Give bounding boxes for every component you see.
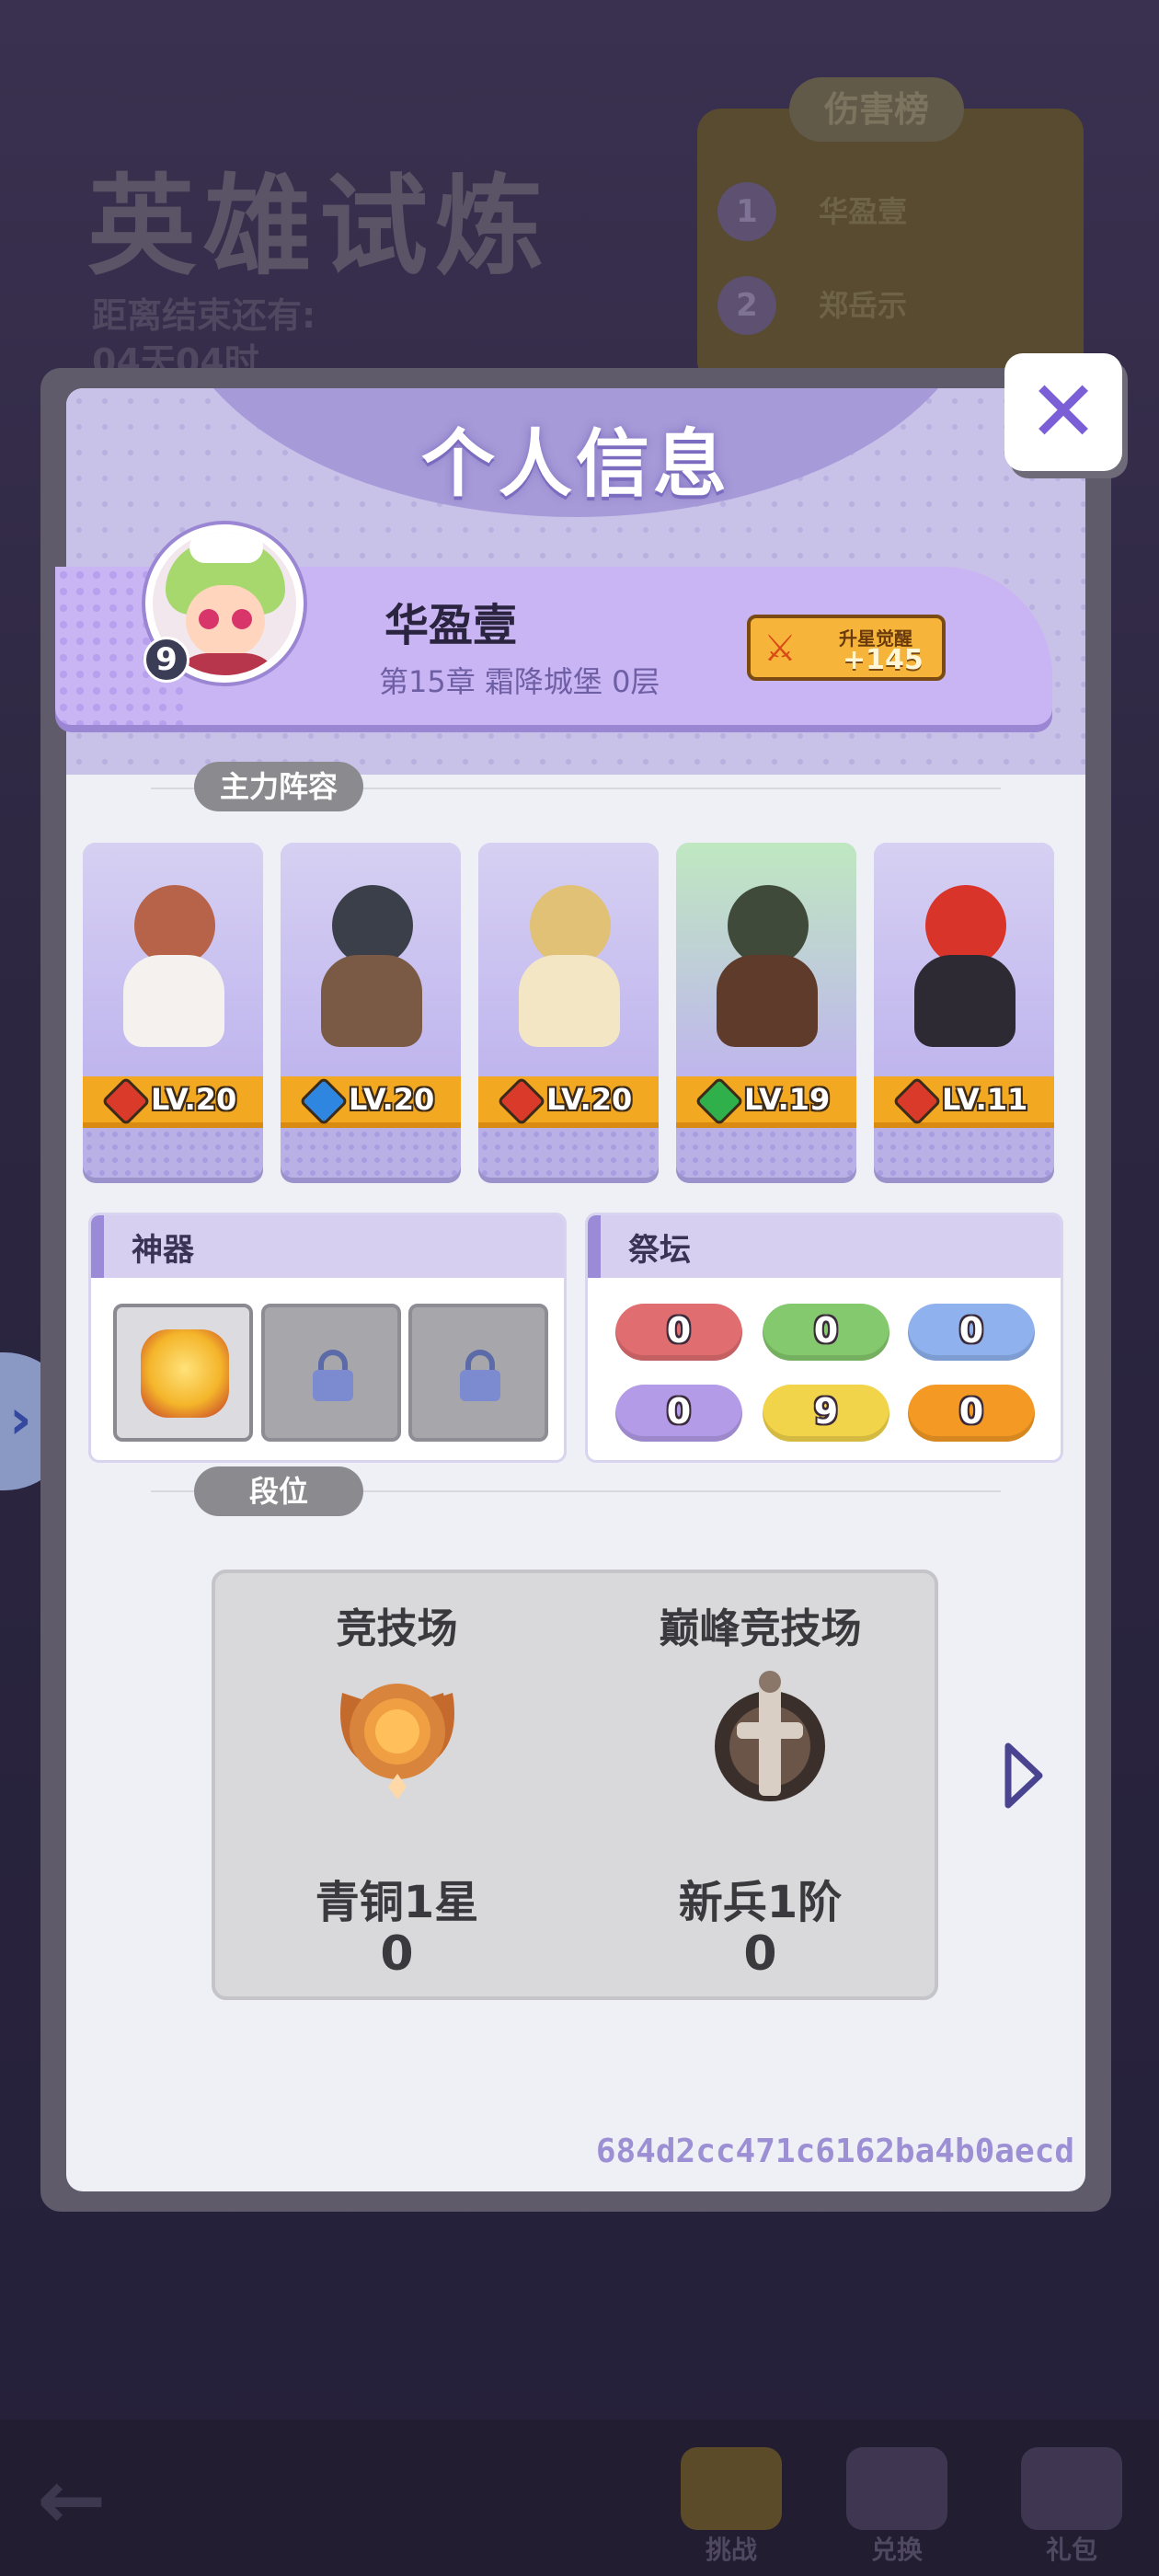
back-arrow-icon[interactable]: ← — [37, 2452, 106, 2548]
peak-arena-score: 0 — [743, 1926, 777, 1982]
nav-label: 挑战 — [705, 2535, 757, 2565]
close-button[interactable]: ✕ — [1004, 353, 1122, 471]
event-title: 英雄试炼 — [87, 163, 552, 290]
artifact-title: 神器 — [132, 1232, 194, 1269]
altar-value: 0 — [908, 1304, 1035, 1361]
rank-medal-icon: 1 — [717, 182, 776, 241]
close-icon: ✕ — [1027, 362, 1099, 461]
fire-gem-icon — [892, 1076, 942, 1126]
artifact-slot-locked[interactable] — [408, 1304, 548, 1442]
sword-icon: ⚔ — [763, 627, 797, 670]
hero-portrait — [925, 885, 1006, 966]
hero-portrait — [332, 885, 413, 966]
arena-title: 竞技场 — [336, 1605, 458, 1652]
hero-level: LV.19 — [744, 1082, 831, 1117]
swords-icon — [681, 2447, 782, 2530]
countdown-label: 距离结束还有: — [92, 295, 316, 336]
bronze-rank-icon — [340, 1684, 454, 1800]
lock-icon — [313, 1350, 353, 1401]
hero-level: LV.20 — [546, 1082, 633, 1117]
peak-arena-title: 巅峰竞技场 — [659, 1605, 862, 1652]
water-gem-icon — [299, 1076, 349, 1126]
artifact-icon — [141, 1329, 229, 1418]
rank-player-name: 华盈壹 — [819, 194, 908, 229]
rank-row: 1 华盈壹 — [717, 175, 1067, 248]
hero-level: LV.20 — [349, 1082, 435, 1117]
hero-card[interactable]: LV.20 — [83, 843, 263, 1178]
rank-player-name: 郑岳示 — [819, 288, 908, 323]
hero-card[interactable]: LV.11 — [874, 843, 1054, 1178]
rank-row: 2 郑岳示 — [717, 269, 1067, 342]
arena-rank: 竞技场 青铜1星 0 — [215, 1573, 579, 1996]
altar-value: 0 — [763, 1304, 889, 1361]
fire-gem-icon — [101, 1076, 151, 1126]
damage-rank-title: 伤害榜 — [789, 77, 964, 142]
nav-exchange[interactable]: 兑换 — [828, 2447, 966, 2567]
arena-score: 0 — [380, 1926, 414, 1982]
peak-arena-tier: 新兵1阶 — [678, 1877, 843, 1928]
hero-level: LV.11 — [942, 1082, 1028, 1117]
ranks-title: 段位 — [194, 1466, 363, 1516]
awaken-value: +145 — [843, 644, 924, 676]
arena-tier: 青铜1星 — [315, 1877, 479, 1928]
rank-medal-icon: 2 — [717, 276, 776, 335]
next-arrow-icon[interactable] — [1001, 1739, 1047, 1812]
hero-level: LV.20 — [151, 1082, 237, 1117]
rank-panel: 竞技场 青铜1星 0 巅峰竞技场 新兵1阶 0 — [212, 1570, 938, 2000]
user-id[interactable]: 684d2cc471c6162ba4b0aecd — [0, 2133, 1074, 2170]
nav-challenge[interactable]: 挑战 — [662, 2447, 800, 2567]
avatar-level-badge: 9 — [143, 637, 189, 683]
player-progress: 第15章 霜降城堡 0层 — [379, 664, 660, 699]
gift-icon — [1021, 2447, 1122, 2530]
artifact-slot-filled[interactable] — [113, 1304, 253, 1442]
altar-panel: 祭坛 0 0 0 0 9 0 — [585, 1213, 1063, 1463]
nav-label: 礼包 — [1045, 2535, 1097, 2565]
hero-portrait — [134, 885, 215, 966]
hero-portrait — [728, 885, 809, 966]
fire-gem-icon — [497, 1076, 546, 1126]
nature-gem-icon — [694, 1076, 744, 1126]
artifact-slot-locked[interactable] — [261, 1304, 401, 1442]
hero-card[interactable]: LV.19 — [676, 843, 856, 1178]
player-name: 华盈壹 — [384, 600, 518, 651]
altar-value: 0 — [615, 1304, 742, 1361]
altar-value: 0 — [615, 1385, 742, 1442]
hero-portrait — [530, 885, 611, 966]
hero-card[interactable]: LV.20 — [281, 843, 461, 1178]
artifact-panel: 神器 — [88, 1213, 567, 1463]
altar-title: 祭坛 — [628, 1232, 691, 1269]
nav-gift[interactable]: 礼包 — [1003, 2447, 1141, 2567]
peak-arena-rank: 巅峰竞技场 新兵1阶 0 — [579, 1573, 942, 1996]
altar-value: 9 — [763, 1385, 889, 1442]
altar-value: 0 — [908, 1385, 1035, 1442]
recruit-rank-icon — [715, 1671, 825, 1801]
lineup-title: 主力阵容 — [194, 762, 363, 811]
modal-title: 个人信息 — [421, 421, 730, 507]
lock-icon — [460, 1350, 500, 1401]
awaken-badge: ⚔ 升星觉醒 +145 — [747, 615, 946, 681]
shop-icon — [846, 2447, 947, 2530]
hero-card[interactable]: LV.20 — [478, 843, 659, 1178]
nav-label: 兑换 — [870, 2535, 923, 2565]
chevron-right-icon: › — [9, 1387, 32, 1452]
bottom-nav-bar — [0, 2420, 1159, 2576]
